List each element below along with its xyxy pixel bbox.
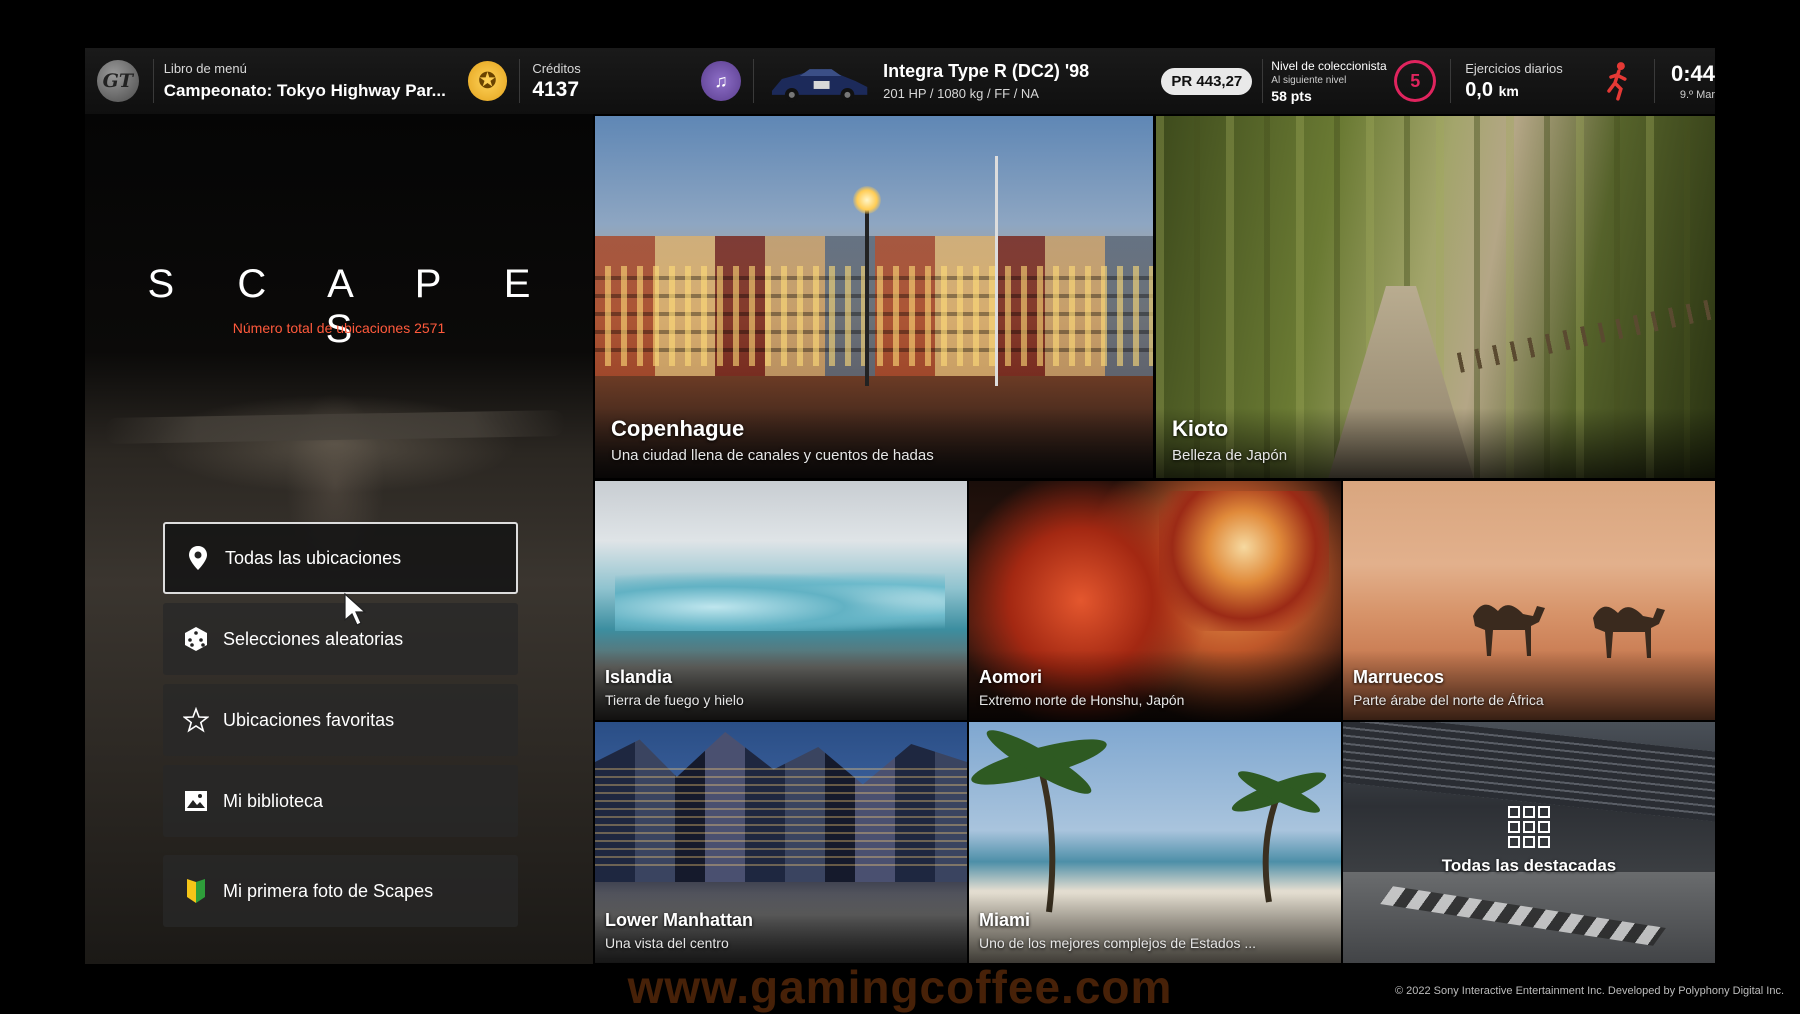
collector-level-block: Nivel de coleccionista Al siguiente nive… bbox=[1263, 59, 1390, 104]
star-icon bbox=[183, 707, 209, 733]
menu-item-label: Selecciones aleatorias bbox=[223, 628, 404, 649]
dice-icon bbox=[183, 626, 209, 652]
grid-icon bbox=[1508, 806, 1550, 848]
tile-kyoto[interactable]: Kioto Belleza de Japón bbox=[1156, 116, 1715, 478]
music-player-icon[interactable]: ♫ bbox=[701, 61, 741, 101]
tile-shade bbox=[1156, 408, 1715, 478]
car-specs: 201 HP / 1080 kg / FF / NA bbox=[883, 86, 1039, 101]
menu-favorite-locations[interactable]: Ubicaciones favoritas bbox=[163, 684, 518, 756]
car-name: Integra Type R (DC2) '98 bbox=[883, 61, 1090, 81]
background-plane-wing bbox=[105, 409, 565, 445]
tile-title: Lower Manhattan bbox=[605, 910, 754, 930]
credits-value: 4137 bbox=[532, 77, 580, 101]
menu-book-icon: ✪ bbox=[467, 61, 508, 101]
runner-icon bbox=[1607, 62, 1627, 101]
daily-workout-block: Ejercicios diarios 0,0 km bbox=[1451, 61, 1604, 102]
windows-lights bbox=[595, 266, 1153, 366]
daily-km-unit: km bbox=[1498, 82, 1519, 99]
credits-block: Créditos 4137 bbox=[520, 61, 691, 102]
collector-level-label: Nivel de coleccionista bbox=[1271, 58, 1387, 73]
menu-random-selections[interactable]: Selecciones aleatorias bbox=[163, 603, 518, 675]
car-info-block[interactable]: Integra Type R (DC2) '98 201 HP / 1080 k… bbox=[883, 61, 1131, 101]
menu-item-label: Mi primera foto de Scapes bbox=[223, 880, 434, 901]
building-lights bbox=[595, 762, 967, 872]
tile-title: Marruecos bbox=[1353, 667, 1445, 687]
tile-title: Copenhague bbox=[611, 416, 745, 441]
clock-block: 0:44 9.º Mar bbox=[1655, 61, 1715, 101]
credits-label: Créditos bbox=[532, 60, 581, 76]
beginner-leaf-icon bbox=[183, 878, 209, 904]
icebergs bbox=[615, 571, 945, 631]
scapes-menu: Todas las ubicaciones Selecciones aleato… bbox=[163, 522, 518, 936]
mouse-cursor-icon bbox=[344, 592, 367, 626]
tile-morocco[interactable]: Marruecos Parte árabe del norte de Áfric… bbox=[1343, 481, 1715, 720]
tile-subtitle: Belleza de Japón bbox=[1172, 447, 1288, 464]
gt-logo-icon[interactable]: GT bbox=[97, 60, 139, 102]
tile-title: Aomori bbox=[979, 667, 1042, 687]
tile-subtitle: Uno de los mejores complejos de Estados … bbox=[979, 935, 1257, 951]
menu-my-first-scapes-photo[interactable]: Mi primera foto de Scapes bbox=[163, 855, 518, 927]
top-status-bar: GT Libro de menú Campeonato: Tokyo Highw… bbox=[85, 48, 1715, 114]
tile-all-featured[interactable]: Todas las destacadas bbox=[1343, 722, 1715, 963]
collector-next-label: Al siguiente nivel bbox=[1271, 74, 1347, 86]
divider bbox=[752, 59, 754, 103]
tile-subtitle: Una vista del centro bbox=[605, 935, 729, 951]
tile-subtitle: Tierra de fuego y hielo bbox=[605, 692, 744, 708]
menu-item-label: Ubicaciones favoritas bbox=[223, 709, 395, 730]
menu-item-label: Mi biblioteca bbox=[223, 790, 324, 811]
daily-workout-value: 0,0 km bbox=[1465, 79, 1604, 102]
tile-iceland[interactable]: Islandia Tierra de fuego y hielo bbox=[595, 481, 967, 720]
daily-workout-label: Ejercicios diarios bbox=[1465, 60, 1563, 76]
menu-my-library[interactable]: Mi biblioteca bbox=[163, 765, 518, 837]
palm-trees bbox=[971, 730, 1327, 913]
collector-points: 58 pts bbox=[1271, 87, 1312, 104]
image-icon bbox=[183, 788, 209, 814]
scapes-left-panel: S C A P E S Número total de ubicaciones … bbox=[85, 114, 593, 964]
car-thumbnail-icon bbox=[771, 69, 868, 102]
menu-book-block[interactable]: Libro de menú Campeonato: Tokyo Highway … bbox=[154, 61, 462, 101]
tile-lower-manhattan[interactable]: Lower Manhattan Una vista del centro bbox=[595, 722, 967, 963]
ship-mast bbox=[995, 156, 998, 386]
total-locations-count: Número total de ubicaciones 2571 bbox=[232, 320, 446, 336]
copyright-text: © 2022 Sony Interactive Entertainment In… bbox=[1394, 985, 1784, 997]
tile-title: Todas las destacadas bbox=[1441, 856, 1617, 875]
performance-rating-badge: PR 443,27 bbox=[1161, 67, 1253, 95]
clock-time: 0:44 bbox=[1671, 61, 1716, 86]
festival-float bbox=[1159, 491, 1329, 631]
tile-subtitle: Extremo norte de Honshu, Japón bbox=[979, 692, 1185, 708]
tile-copenhagen[interactable]: Copenhague Una ciudad llena de canales y… bbox=[595, 116, 1153, 478]
tile-miami[interactable]: Miami Uno de los mejores complejos de Es… bbox=[969, 722, 1341, 963]
tile-title: Kioto bbox=[1172, 416, 1229, 441]
tile-subtitle: Una ciudad llena de canales y cuentos de… bbox=[611, 447, 934, 464]
tile-subtitle: Parte árabe del norte de África bbox=[1353, 692, 1544, 708]
menu-item-label: Todas las ubicaciones bbox=[225, 547, 402, 568]
scapes-title: S C A P E S bbox=[147, 262, 557, 351]
street-lamp bbox=[865, 196, 869, 386]
clock-date: 9.º Mar bbox=[1679, 89, 1716, 101]
tile-title: Islandia bbox=[605, 667, 673, 687]
lamp-glow bbox=[853, 186, 881, 214]
daily-km-number: 0,0 bbox=[1465, 78, 1493, 101]
collector-level-badge: 5 bbox=[1394, 60, 1437, 102]
menu-book-label: Libro de menú bbox=[163, 61, 247, 76]
tile-title: Miami bbox=[979, 910, 1031, 930]
tile-aomori[interactable]: Aomori Extremo norte de Honshu, Japón bbox=[969, 481, 1341, 720]
menu-all-locations[interactable]: Todas las ubicaciones bbox=[163, 522, 518, 594]
location-pin-icon bbox=[185, 545, 211, 571]
menu-book-value: Campeonato: Tokyo Highway Par... bbox=[163, 81, 446, 100]
